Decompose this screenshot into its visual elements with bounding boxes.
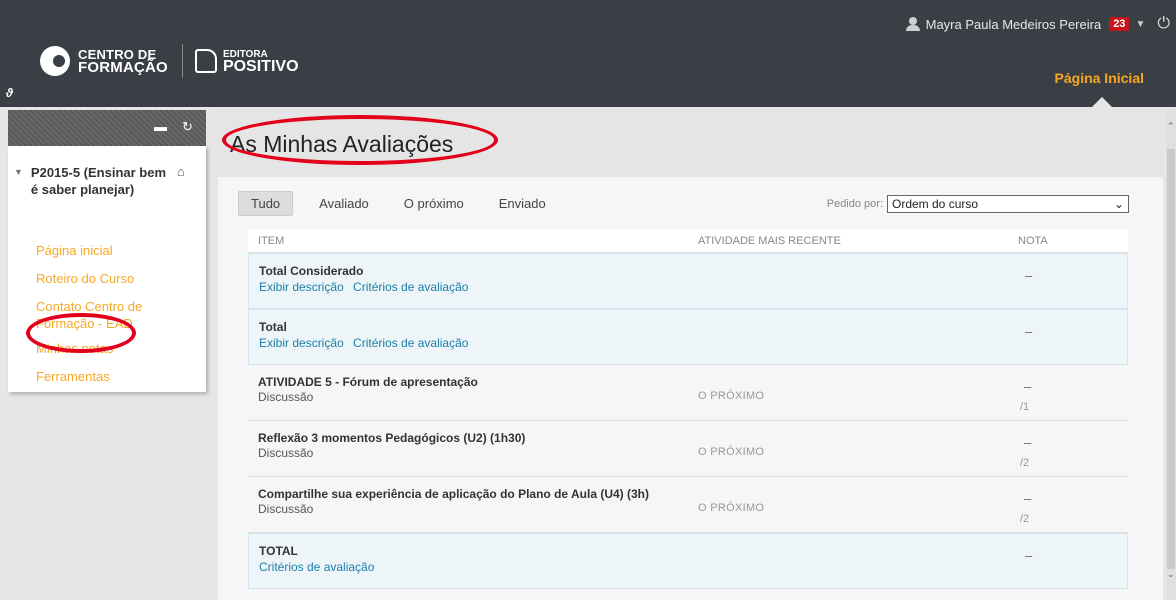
scroll-down-icon[interactable]: ⌄ — [1167, 569, 1175, 580]
grading-criteria-link[interactable]: Critérios de avaliação — [353, 336, 468, 350]
collapse-icon[interactable]: ▼ — [14, 167, 23, 198]
chevron-down-icon: ⌄ — [1113, 197, 1124, 211]
row-grade: – — [1025, 324, 1033, 339]
row-max-grade: /2 — [1020, 513, 1030, 525]
sidebar-item-minhas-notas[interactable]: Minhas notas — [36, 340, 202, 357]
course-title[interactable]: ▼ P2015-5 (Ensinar bem é saber planejar)… — [14, 164, 200, 198]
table-header: ITEM ATIVIDADE MAIS RECENTE NOTA — [248, 229, 1128, 253]
filter-all[interactable]: Tudo — [238, 191, 294, 216]
row-activity: O PRÓXIMO — [698, 446, 765, 458]
user-name[interactable]: Mayra Paula Medeiros Pereira — [926, 17, 1102, 32]
table-row: Total Considerado Exibir descrição Crité… — [248, 253, 1128, 309]
row-name: Total — [259, 320, 287, 334]
user-icon — [905, 17, 920, 31]
top-header: Mayra Paula Medeiros Pereira 23 ▼ ⏻ CENT… — [0, 0, 1176, 107]
chevron-down-icon[interactable]: ▼ — [1135, 19, 1145, 30]
vertical-scrollbar[interactable]: ⌃ ⌄ — [1166, 109, 1176, 600]
folder-icon[interactable]: ▬ — [154, 119, 167, 134]
grades-table: ITEM ATIVIDADE MAIS RECENTE NOTA Total C… — [248, 229, 1128, 589]
power-icon[interactable]: ⏻ — [1157, 15, 1170, 33]
show-description-link[interactable]: Exibir descrição — [259, 280, 344, 294]
row-links: Exibir descrição Critérios de avaliação — [259, 336, 474, 350]
row-name: TOTAL — [259, 544, 298, 558]
row-max-grade: /2 — [1020, 457, 1030, 469]
table-row[interactable]: ATIVIDADE 5 - Fórum de apresentação Disc… — [248, 365, 1128, 421]
row-name[interactable]: Reflexão 3 momentos Pedagógicos (U2) (1h… — [258, 431, 525, 445]
row-grade: – — [1024, 491, 1032, 506]
row-activity: O PRÓXIMO — [698, 390, 765, 402]
row-grade: – — [1025, 548, 1033, 563]
editora-positivo-logo-icon — [194, 49, 217, 73]
row-max-grade: /1 — [1020, 401, 1030, 413]
table-row[interactable]: Reflexão 3 momentos Pedagógicos (U2) (1h… — [248, 421, 1128, 477]
scroll-up-icon[interactable]: ⌃ — [1167, 121, 1175, 132]
scrollbar-thumb[interactable] — [1167, 149, 1175, 569]
row-grade: – — [1025, 268, 1033, 283]
sidebar-item-contato[interactable]: Contato Centro de Formação - EAD — [36, 298, 156, 332]
sidebar-toolbar: ▬ ↻ — [8, 110, 206, 146]
user-bar[interactable]: Mayra Paula Medeiros Pereira 23 ▼ ⏻ — [905, 10, 1176, 38]
sidebar-item-roteiro[interactable]: Roteiro do Curso — [36, 270, 202, 287]
filter-tabs: Tudo Avaliado O próximo Enviado — [238, 191, 581, 216]
course-menu: ▼ P2015-5 (Ensinar bem é saber planejar)… — [8, 146, 206, 392]
column-item[interactable]: ITEM — [258, 235, 284, 247]
table-row[interactable]: Compartilhe sua experiência de aplicação… — [248, 477, 1128, 533]
edit-mode-icon[interactable]: ϑ — [6, 86, 13, 100]
home-icon[interactable]: ⌂ — [177, 164, 185, 198]
row-activity: O PRÓXIMO — [698, 502, 765, 514]
row-type: Discussão — [258, 390, 314, 404]
main-content: As Minhas Avaliações Tudo Avaliado O pró… — [218, 109, 1163, 600]
filter-submitted[interactable]: Enviado — [499, 191, 546, 216]
row-name[interactable]: Compartilhe sua experiência de aplicação… — [258, 487, 649, 501]
row-grade: – — [1024, 435, 1032, 450]
row-type: Discussão — [258, 502, 314, 516]
row-name[interactable]: ATIVIDADE 5 - Fórum de apresentação — [258, 375, 478, 389]
sidebar-item-ferramentas[interactable]: Ferramentas — [36, 368, 202, 385]
row-links: Exibir descrição Critérios de avaliação — [259, 280, 474, 294]
sort-control: Pedido por: Ordem do curso ⌄ — [827, 195, 1129, 213]
row-links: Critérios de avaliação — [259, 560, 380, 574]
page-title: As Minhas Avaliações — [230, 131, 454, 157]
row-type: Discussão — [258, 446, 314, 460]
row-name: Total Considerado — [259, 264, 364, 278]
logo-text-1: CENTRO DE FORMAÇÃO — [78, 47, 168, 76]
centro-formacao-logo-icon — [40, 46, 70, 76]
row-grade: – — [1024, 379, 1032, 394]
table-row: Total Exibir descrição Critérios de aval… — [248, 309, 1128, 365]
table-row: TOTAL Critérios de avaliação – — [248, 533, 1128, 589]
sort-label: Pedido por: — [826, 198, 883, 210]
active-tab-indicator — [1092, 97, 1112, 107]
refresh-icon[interactable]: ↻ — [182, 119, 193, 135]
sidebar-item-pagina-inicial[interactable]: Página inicial — [36, 242, 202, 259]
filter-graded[interactable]: Avaliado — [319, 191, 369, 216]
title-bar: As Minhas Avaliações — [218, 109, 1163, 177]
logo[interactable]: CENTRO DE FORMAÇÃO EDITORA POSITIVO — [40, 44, 299, 78]
course-menu-links: Página inicial Roteiro do Curso Contato … — [36, 242, 202, 385]
column-activity[interactable]: ATIVIDADE MAIS RECENTE — [698, 235, 841, 247]
filter-upcoming[interactable]: O próximo — [404, 191, 464, 216]
logo-text-2: EDITORA POSITIVO — [222, 49, 299, 75]
grading-criteria-link[interactable]: Critérios de avaliação — [259, 560, 374, 574]
column-grade[interactable]: NOTA — [1018, 235, 1048, 247]
notification-badge[interactable]: 23 — [1109, 17, 1130, 31]
show-description-link[interactable]: Exibir descrição — [259, 336, 344, 350]
logo-divider — [181, 44, 183, 78]
tab-home[interactable]: Página Inicial — [1055, 70, 1144, 86]
sort-select[interactable]: Ordem do curso ⌄ — [887, 195, 1129, 213]
grading-criteria-link[interactable]: Critérios de avaliação — [353, 280, 468, 294]
